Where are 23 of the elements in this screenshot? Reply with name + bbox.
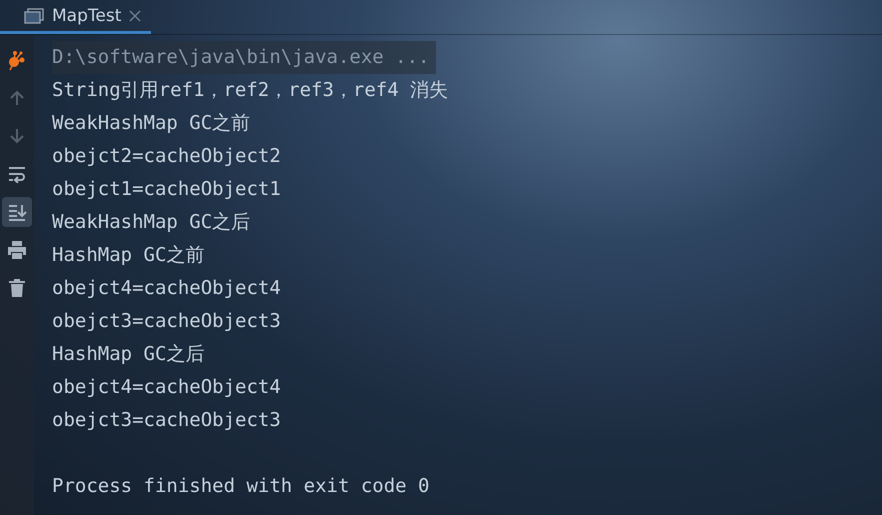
close-icon[interactable] xyxy=(129,10,142,22)
scroll-to-end-icon xyxy=(7,203,27,221)
console-line: HashMap GC之后 xyxy=(52,342,204,367)
scroll-end-button[interactable] xyxy=(2,197,32,227)
console-line: obejct4=cacheObject4 xyxy=(52,276,281,301)
down-arrow-icon xyxy=(8,127,26,145)
console-line: WeakHashMap GC之后 xyxy=(52,210,250,235)
console-line: obejct3=cacheObject3 xyxy=(52,408,281,433)
console-line: obejct3=cacheObject3 xyxy=(52,309,281,334)
console-line: WeakHashMap GC之前 xyxy=(52,111,250,136)
console-line: HashMap GC之前 xyxy=(52,243,204,268)
console-line: Process finished with exit code 0 xyxy=(52,474,430,499)
console-line: obejct4=cacheObject4 xyxy=(52,375,281,400)
printer-icon xyxy=(7,240,27,260)
trash-icon xyxy=(8,278,26,298)
tab-label: MapTest xyxy=(52,6,122,26)
console-line: String引用ref1，ref2，ref3，ref4 消失 xyxy=(52,78,448,103)
window-icon xyxy=(24,8,44,24)
run-tab[interactable]: MapTest xyxy=(0,0,152,34)
soft-wrap-icon xyxy=(7,165,27,183)
up-arrow-icon xyxy=(8,89,26,107)
console-line: obejct1=cacheObject1 xyxy=(52,177,281,202)
console-line: obejct2=cacheObject2 xyxy=(52,144,281,169)
